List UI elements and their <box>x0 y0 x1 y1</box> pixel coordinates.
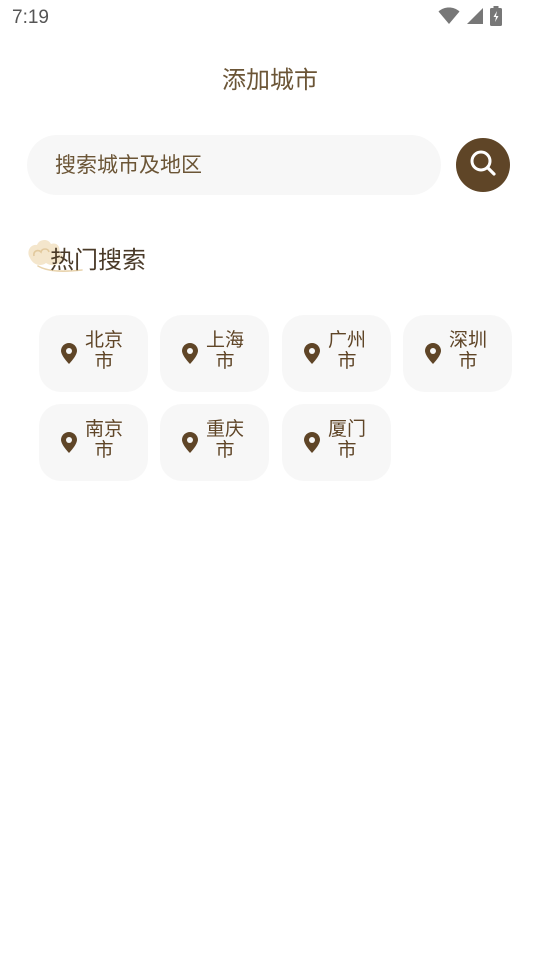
city-name: 北京市 <box>84 329 123 372</box>
location-pin-icon <box>61 432 77 453</box>
location-pin-icon <box>304 343 320 364</box>
city-name: 南京市 <box>84 418 123 461</box>
status-icons <box>438 6 502 30</box>
status-bar: 7:19 <box>0 0 540 36</box>
page-title: 添加城市 <box>222 66 318 94</box>
city-chip[interactable]: 厦门市 <box>282 404 391 481</box>
location-pin-icon <box>304 432 320 453</box>
search-input[interactable] <box>55 153 415 177</box>
search-icon <box>468 148 498 182</box>
city-name: 广州市 <box>327 329 366 372</box>
location-pin-icon <box>182 343 198 364</box>
city-chip[interactable]: 南京市 <box>39 404 148 481</box>
location-pin-icon <box>425 343 441 364</box>
city-name: 厦门市 <box>327 418 366 461</box>
location-pin-icon <box>182 432 198 453</box>
city-chip[interactable]: 广州市 <box>282 315 391 392</box>
status-time: 7:19 <box>12 7 49 28</box>
city-name: 上海市 <box>205 329 244 372</box>
search-button[interactable] <box>456 138 510 192</box>
city-name: 深圳市 <box>448 329 487 372</box>
city-chip[interactable]: 北京市 <box>39 315 148 392</box>
wifi-icon <box>438 7 460 29</box>
city-name: 重庆市 <box>205 418 244 461</box>
cellular-signal-icon <box>466 7 484 29</box>
location-pin-icon <box>61 343 77 364</box>
battery-charging-icon <box>490 6 502 30</box>
city-chip[interactable]: 重庆市 <box>160 404 269 481</box>
hot-search-title: 热门搜索 <box>50 245 146 274</box>
city-chip[interactable]: 上海市 <box>160 315 269 392</box>
city-chip[interactable]: 深圳市 <box>403 315 512 392</box>
search-box[interactable] <box>27 135 441 195</box>
hot-search-header: 热门搜索 <box>24 236 146 278</box>
